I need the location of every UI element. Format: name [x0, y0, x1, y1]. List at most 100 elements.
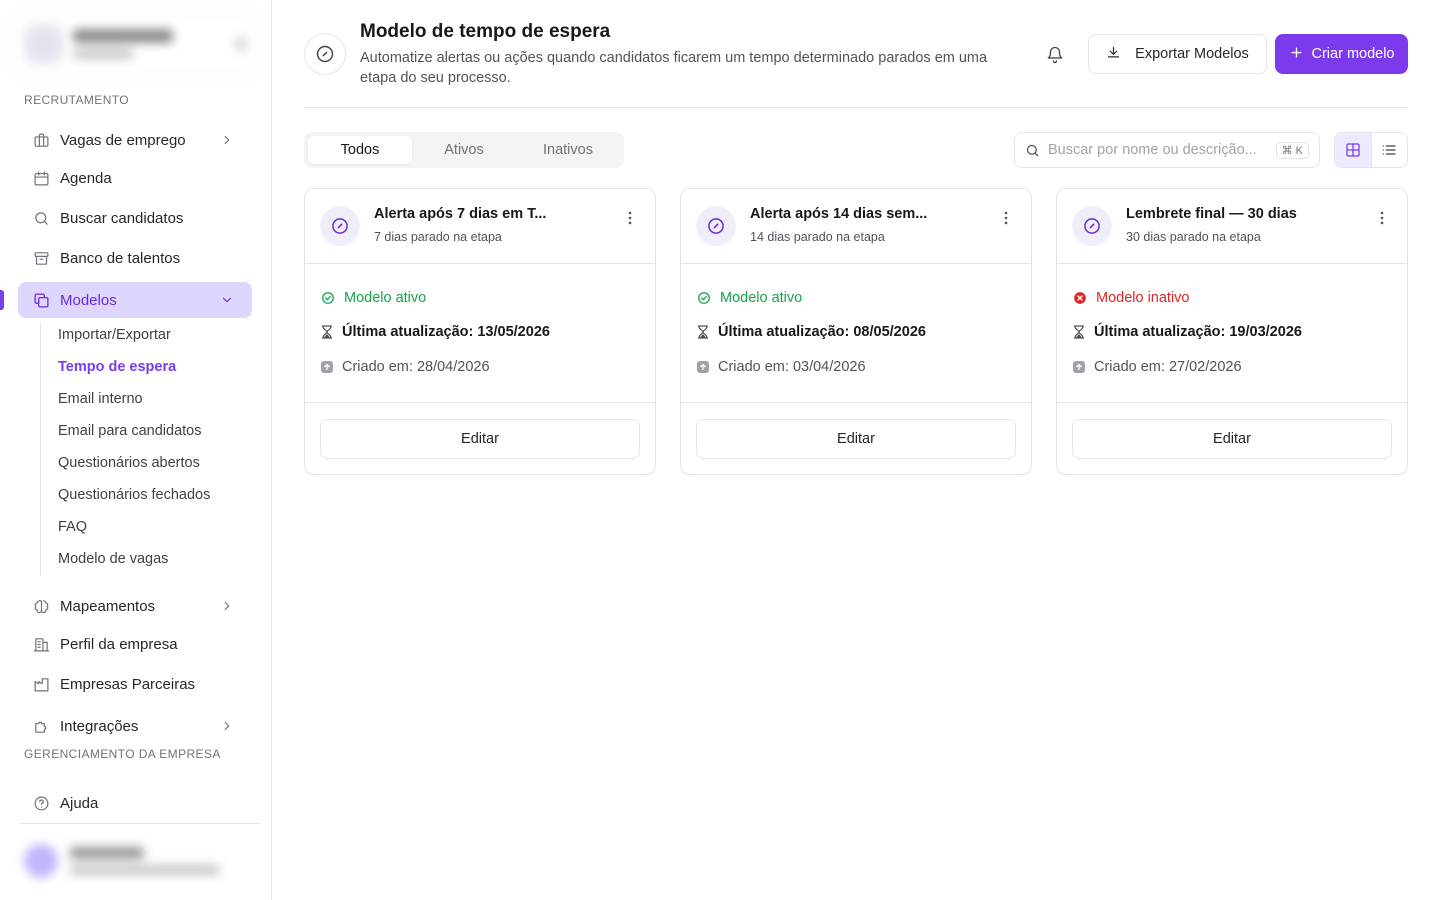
- card-subtitle: 7 dias parado na etapa: [374, 230, 502, 244]
- more-vertical-icon[interactable]: [623, 209, 637, 227]
- template-card: Alerta após 14 dias sem... 14 dias parad…: [680, 188, 1032, 475]
- building-icon: [32, 635, 50, 653]
- page-description: Automatize alertas ou ações quando candi…: [360, 50, 988, 86]
- sidebar-item-company-profile[interactable]: Perfil da empresa: [18, 626, 252, 662]
- tab-all[interactable]: Todos: [308, 136, 412, 164]
- chevron-down-icon: [220, 293, 234, 311]
- sidebar-item-templates[interactable]: Modelos: [18, 282, 252, 318]
- sidebar: RECRUTAMENTO Vagas de emprego Agenda Bus…: [0, 0, 272, 900]
- search-icon: [32, 209, 50, 227]
- chevron-right-icon: [220, 599, 234, 617]
- header-divider: [304, 107, 1408, 108]
- grid-icon: [1345, 142, 1361, 158]
- help-circle-icon: [32, 794, 50, 812]
- export-templates-button[interactable]: Exportar Modelos: [1088, 34, 1267, 74]
- hourglass-icon: [697, 325, 709, 339]
- briefcase-icon: [32, 131, 50, 149]
- edit-button[interactable]: Editar: [696, 419, 1016, 459]
- bell-icon[interactable]: [1040, 40, 1070, 70]
- organization-switcher[interactable]: [12, 12, 260, 76]
- copy-icon: [32, 291, 50, 309]
- submenu-item-import-export[interactable]: Importar/Exportar: [58, 327, 171, 343]
- create-template-button[interactable]: Criar modelo: [1275, 34, 1408, 74]
- template-card: Lembrete final — 30 dias 30 dias parado …: [1056, 188, 1408, 475]
- hourglass-icon: [321, 325, 333, 339]
- more-vertical-icon[interactable]: [999, 209, 1013, 227]
- templates-submenu: Importar/Exportar Tempo de espera Email …: [40, 322, 250, 576]
- card-title: Alerta após 14 dias sem...: [750, 206, 928, 222]
- submenu-item-faq[interactable]: FAQ: [58, 519, 87, 535]
- keyboard-shortcut: ⌘ K: [1275, 141, 1309, 159]
- sidebar-item-mappings[interactable]: Mapeamentos: [18, 588, 252, 624]
- grid-view-button[interactable]: [1335, 133, 1371, 167]
- submenu-item-internal-email[interactable]: Email interno: [58, 391, 143, 407]
- user-menu[interactable]: [20, 836, 260, 886]
- submenu-item-candidate-email[interactable]: Email para candidatos: [58, 423, 201, 439]
- sidebar-item-search-candidates[interactable]: Buscar candidatos: [18, 200, 252, 236]
- template-card: Alerta após 7 dias em T... 7 dias parado…: [304, 188, 656, 475]
- tab-inactive[interactable]: Inativos: [516, 136, 620, 164]
- x-circle-icon: [1073, 291, 1087, 305]
- submenu-item-open-questionnaires[interactable]: Questionários abertos: [58, 455, 200, 471]
- timer-icon: [1072, 206, 1112, 246]
- sidebar-item-label: Banco de talentos: [60, 249, 181, 267]
- chevron-right-icon: [220, 133, 234, 151]
- timer-icon: [320, 206, 360, 246]
- avatar: [24, 844, 58, 878]
- export-label: Exportar Modelos: [1135, 46, 1249, 62]
- sidebar-item-label: Integrações: [60, 717, 139, 735]
- card-title: Lembrete final — 30 dias: [1126, 206, 1297, 222]
- last-updated: Última atualização: 19/03/2026: [1073, 324, 1302, 340]
- created-date: Criado em: 03/04/2026: [697, 359, 866, 375]
- status-badge: Modelo ativo: [321, 290, 426, 306]
- sidebar-item-jobs[interactable]: Vagas de emprego: [18, 122, 252, 158]
- list-icon: [1381, 142, 1397, 158]
- sidebar-item-label: Vagas de emprego: [60, 131, 186, 149]
- check-circle-icon: [321, 291, 335, 305]
- archive-icon: [32, 249, 50, 267]
- sidebar-item-help[interactable]: Ajuda: [18, 785, 252, 821]
- edit-button[interactable]: Editar: [1072, 419, 1392, 459]
- search-box: ⌘ K: [1014, 132, 1320, 168]
- sidebar-item-schedule[interactable]: Agenda: [18, 160, 252, 196]
- sidebar-item-label: Mapeamentos: [60, 597, 156, 615]
- submenu-item-closed-questionnaires[interactable]: Questionários fechados: [58, 487, 210, 503]
- submenu-item-job-templates[interactable]: Modelo de vagas: [58, 551, 168, 567]
- factory-icon: [32, 675, 50, 693]
- tab-active[interactable]: Ativos: [412, 136, 516, 164]
- search-input[interactable]: [1048, 142, 1268, 158]
- list-view-button[interactable]: [1370, 133, 1408, 167]
- card-subtitle: 14 dias parado na etapa: [750, 230, 885, 244]
- view-toggle: [1334, 132, 1408, 168]
- sidebar-item-partner-companies[interactable]: Empresas Parceiras: [18, 666, 252, 702]
- submenu-item-wait-time[interactable]: Tempo de espera: [58, 359, 176, 375]
- timer-icon: [696, 206, 736, 246]
- sidebar-item-talent-bank[interactable]: Banco de talentos: [18, 240, 252, 276]
- organization-logo: [25, 25, 63, 63]
- active-indicator: [0, 290, 4, 310]
- sidebar-item-label: Agenda: [60, 169, 112, 187]
- chevron-right-icon: [220, 719, 234, 737]
- sidebar-item-integrations[interactable]: Integrações: [18, 708, 252, 744]
- puzzle-icon: [32, 717, 50, 735]
- last-updated: Última atualização: 13/05/2026: [321, 324, 550, 340]
- sidebar-item-label: Buscar candidatos: [60, 209, 184, 227]
- chevron-updown-icon: [235, 38, 247, 50]
- last-updated: Última atualização: 08/05/2026: [697, 324, 926, 340]
- calendar-icon: [32, 169, 50, 187]
- edit-button[interactable]: Editar: [320, 419, 640, 459]
- timer-icon: [304, 33, 346, 75]
- card-subtitle: 30 dias parado na etapa: [1126, 230, 1261, 244]
- plus-icon: [1289, 45, 1304, 64]
- create-label: Criar modelo: [1311, 46, 1395, 62]
- check-circle-icon: [697, 291, 711, 305]
- upload-icon: [1073, 361, 1085, 373]
- status-badge: Modelo inativo: [1073, 290, 1190, 306]
- upload-icon: [321, 361, 333, 373]
- hourglass-icon: [1073, 325, 1085, 339]
- more-vertical-icon[interactable]: [1375, 209, 1389, 227]
- download-icon: [1106, 45, 1121, 64]
- search-icon: [1025, 143, 1040, 158]
- card-title: Alerta após 7 dias em T...: [374, 206, 547, 222]
- page-title: Modelo de tempo de espera: [360, 21, 611, 42]
